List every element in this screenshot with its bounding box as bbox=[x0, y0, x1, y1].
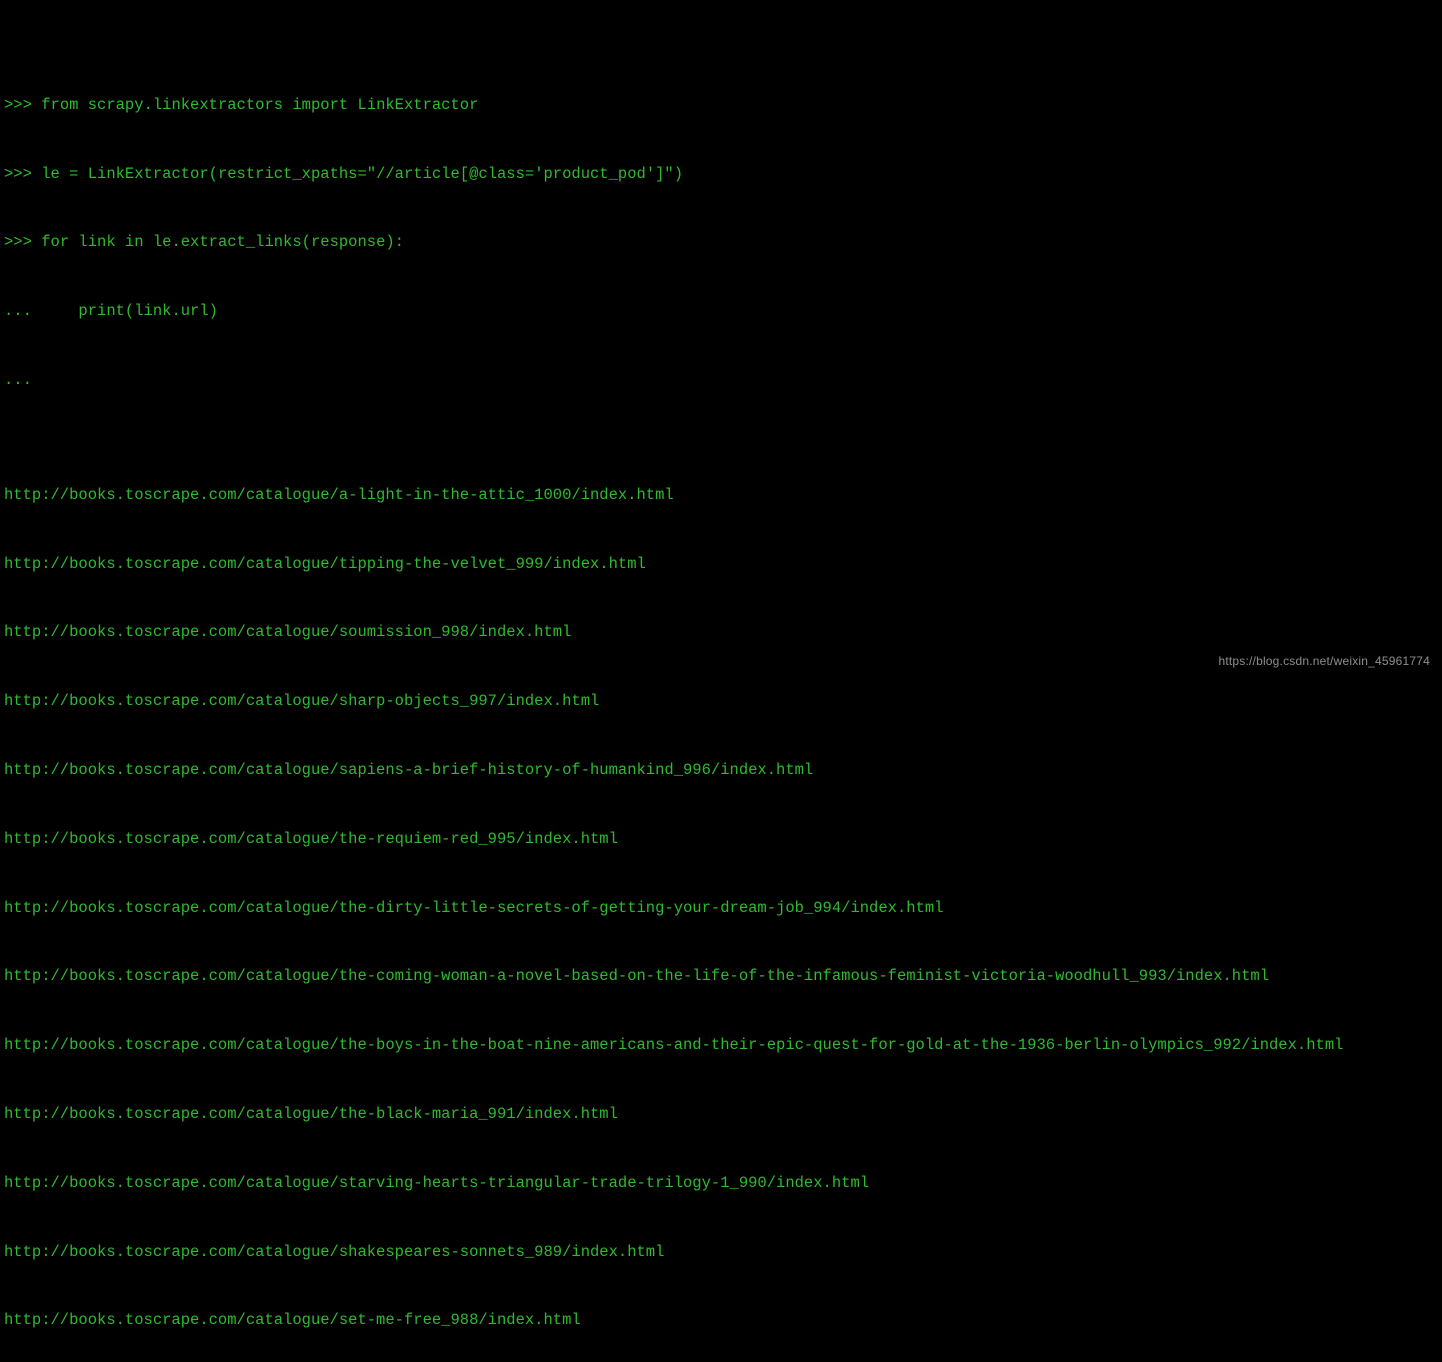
output-url: http://books.toscrape.com/catalogue/the-… bbox=[4, 828, 1438, 851]
output-url: http://books.toscrape.com/catalogue/shak… bbox=[4, 1241, 1438, 1264]
watermark-text: https://blog.csdn.net/weixin_45961774 bbox=[1218, 653, 1430, 671]
input-line: >>> le = LinkExtractor(restrict_xpaths="… bbox=[4, 163, 1438, 186]
input-line: >>> from scrapy.linkextractors import Li… bbox=[4, 94, 1438, 117]
code-text: from scrapy.linkextractors import LinkEx… bbox=[41, 96, 478, 114]
output-url: http://books.toscrape.com/catalogue/a-li… bbox=[4, 484, 1438, 507]
output-url: http://books.toscrape.com/catalogue/star… bbox=[4, 1172, 1438, 1195]
prompt-primary: >>> bbox=[4, 233, 32, 251]
prompt-continuation: ... bbox=[4, 302, 32, 320]
code-text: for link in le.extract_links(response): bbox=[41, 233, 404, 251]
output-url: http://books.toscrape.com/catalogue/the-… bbox=[4, 1103, 1438, 1126]
input-line: >>> for link in le.extract_links(respons… bbox=[4, 231, 1438, 254]
output-url: http://books.toscrape.com/catalogue/the-… bbox=[4, 897, 1438, 920]
output-url: http://books.toscrape.com/catalogue/the-… bbox=[4, 965, 1438, 988]
output-url: http://books.toscrape.com/catalogue/sapi… bbox=[4, 759, 1438, 782]
terminal[interactable]: >>> from scrapy.linkextractors import Li… bbox=[4, 2, 1438, 1362]
output-url: http://books.toscrape.com/catalogue/tipp… bbox=[4, 553, 1438, 576]
code-text: le = LinkExtractor(restrict_xpaths="//ar… bbox=[41, 165, 683, 183]
output-url: http://books.toscrape.com/catalogue/soum… bbox=[4, 621, 1438, 644]
input-line: ... print(link.url) bbox=[4, 300, 1438, 323]
input-line: ... bbox=[4, 369, 1438, 392]
code-text: print(link.url) bbox=[41, 302, 218, 320]
prompt-continuation: ... bbox=[4, 371, 32, 389]
prompt-primary: >>> bbox=[4, 96, 32, 114]
prompt-primary: >>> bbox=[4, 165, 32, 183]
output-url: http://books.toscrape.com/catalogue/shar… bbox=[4, 690, 1438, 713]
output-url: http://books.toscrape.com/catalogue/set-… bbox=[4, 1309, 1438, 1332]
output-url: http://books.toscrape.com/catalogue/the-… bbox=[4, 1034, 1438, 1057]
